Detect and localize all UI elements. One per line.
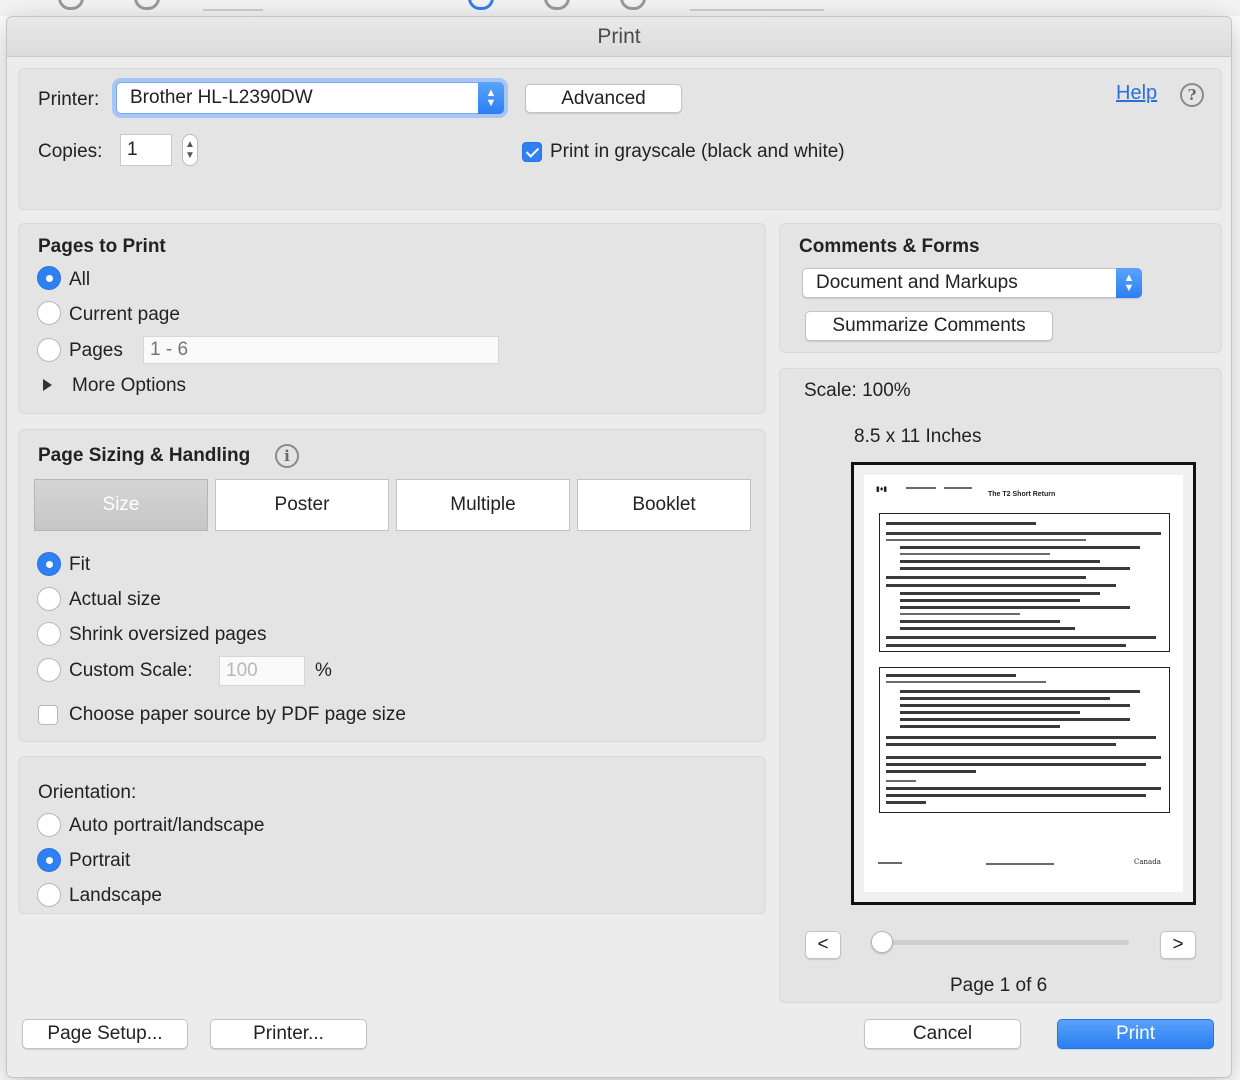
paper-source-label: Choose paper source by PDF page size bbox=[69, 704, 406, 725]
toolbar-icon bbox=[134, 0, 160, 10]
preview-section-box bbox=[879, 667, 1170, 813]
tab-multiple[interactable]: Multiple bbox=[396, 479, 570, 531]
paper-size-label: 8.5 x 11 Inches bbox=[854, 426, 982, 447]
advanced-button[interactable]: Advanced bbox=[525, 84, 682, 113]
tab-poster[interactable]: Poster bbox=[215, 479, 389, 531]
radio-current-page[interactable] bbox=[37, 301, 61, 325]
copies-field[interactable]: 1 bbox=[120, 134, 172, 166]
radio-actual-size-label: Actual size bbox=[69, 589, 161, 610]
preview-doc-title: The T2 Short Return bbox=[988, 491, 1056, 498]
preview-text-line bbox=[944, 487, 972, 489]
tab-size[interactable]: Size bbox=[34, 479, 208, 531]
toolbar-icon bbox=[620, 0, 646, 10]
radio-fit-label: Fit bbox=[69, 554, 91, 575]
toolbar-divider bbox=[690, 9, 824, 11]
preview-text-line bbox=[878, 862, 902, 864]
radio-actual-size[interactable] bbox=[37, 587, 61, 611]
radio-all-label: All bbox=[69, 269, 91, 290]
question-mark-icon[interactable]: ? bbox=[1180, 83, 1204, 107]
select-arrows-icon: ▲ ▼ bbox=[1116, 268, 1142, 298]
scale-label: Scale: 100% bbox=[804, 380, 911, 401]
info-icon[interactable]: i bbox=[275, 444, 299, 468]
more-options-label[interactable]: More Options bbox=[72, 375, 186, 397]
help-link[interactable]: Help bbox=[1116, 82, 1157, 105]
orientation-heading: Orientation: bbox=[38, 782, 137, 803]
print-button[interactable]: Print bbox=[1057, 1019, 1214, 1049]
radio-all[interactable] bbox=[37, 266, 61, 290]
summarize-comments-button[interactable]: Summarize Comments bbox=[805, 311, 1053, 341]
disclosure-triangle-icon[interactable] bbox=[43, 379, 52, 391]
radio-shrink-oversized-label: Shrink oversized pages bbox=[69, 624, 267, 645]
radio-shrink-oversized[interactable] bbox=[37, 622, 61, 646]
grayscale-checkbox[interactable] bbox=[522, 142, 542, 162]
radio-pages[interactable] bbox=[37, 338, 61, 362]
page-sizing-panel bbox=[18, 429, 766, 742]
radio-custom-scale[interactable] bbox=[37, 658, 61, 682]
radio-auto-orientation-label: Auto portrait/landscape bbox=[69, 815, 265, 836]
tab-booklet[interactable]: Booklet bbox=[577, 479, 751, 531]
radio-pages-label: Pages bbox=[69, 340, 123, 361]
background-app-toolbar bbox=[0, 0, 1240, 16]
grayscale-label: Print in grayscale (black and white) bbox=[550, 141, 845, 162]
page-indicator: Page 1 of 6 bbox=[950, 975, 1048, 996]
toolbar-divider bbox=[203, 9, 263, 11]
preview-text-line bbox=[906, 487, 936, 489]
percent-sign: % bbox=[315, 660, 332, 681]
page-preview: ▮♦▮ The T2 Short Return Canada bbox=[851, 462, 1196, 905]
previous-page-button[interactable]: < bbox=[805, 931, 841, 959]
toolbar-icon bbox=[468, 0, 494, 10]
pages-range-field[interactable] bbox=[143, 336, 499, 364]
printer-select-value: Brother HL-L2390DW bbox=[130, 87, 313, 108]
page-sizing-heading: Page Sizing & Handling bbox=[38, 445, 251, 466]
printer-button[interactable]: Printer... bbox=[210, 1019, 367, 1049]
comments-forms-heading: Comments & Forms bbox=[799, 236, 980, 257]
comments-forms-select[interactable]: Document and Markups ▲ ▼ bbox=[802, 268, 1142, 298]
comments-forms-select-value: Document and Markups bbox=[816, 272, 1018, 293]
next-page-button[interactable]: > bbox=[1160, 931, 1196, 959]
page-slider-track[interactable] bbox=[879, 940, 1129, 945]
radio-landscape-label: Landscape bbox=[69, 885, 162, 906]
radio-current-page-label: Current page bbox=[69, 304, 180, 325]
radio-landscape[interactable] bbox=[37, 883, 61, 907]
paper-source-checkbox[interactable] bbox=[38, 705, 58, 725]
background-document-edge bbox=[1232, 16, 1240, 1080]
printer-select[interactable]: Brother HL-L2390DW ▲ ▼ bbox=[116, 82, 504, 114]
radio-portrait-label: Portrait bbox=[69, 850, 131, 871]
cancel-button[interactable]: Cancel bbox=[864, 1019, 1021, 1049]
page-setup-button[interactable]: Page Setup... bbox=[22, 1019, 188, 1049]
radio-fit[interactable] bbox=[37, 552, 61, 576]
printer-label: Printer: bbox=[38, 89, 100, 110]
custom-scale-field[interactable]: 100 bbox=[219, 656, 305, 686]
preview-section-box bbox=[879, 513, 1170, 652]
toolbar-icon bbox=[58, 0, 84, 10]
preview-text-line bbox=[986, 863, 1054, 865]
page-slider-knob[interactable] bbox=[871, 931, 893, 953]
dialog-title: Print bbox=[7, 17, 1231, 57]
canada-flag-icon: ▮♦▮ bbox=[876, 486, 888, 493]
copies-stepper[interactable]: ▲ ▼ bbox=[182, 134, 198, 166]
preview-footer-wordmark: Canada bbox=[1134, 858, 1161, 866]
pages-to-print-heading: Pages to Print bbox=[38, 236, 166, 257]
copies-label: Copies: bbox=[38, 141, 103, 162]
radio-custom-scale-label: Custom Scale: bbox=[69, 660, 193, 681]
toolbar-icon bbox=[544, 0, 570, 10]
radio-portrait[interactable] bbox=[37, 848, 61, 872]
page-thumbnail: ▮♦▮ The T2 Short Return Canada bbox=[864, 475, 1183, 892]
select-arrows-icon: ▲ ▼ bbox=[478, 82, 504, 114]
print-dialog: Print Printer: Brother HL-L2390DW ▲ ▼ Adv… bbox=[6, 16, 1232, 1078]
radio-auto-orientation[interactable] bbox=[37, 813, 61, 837]
